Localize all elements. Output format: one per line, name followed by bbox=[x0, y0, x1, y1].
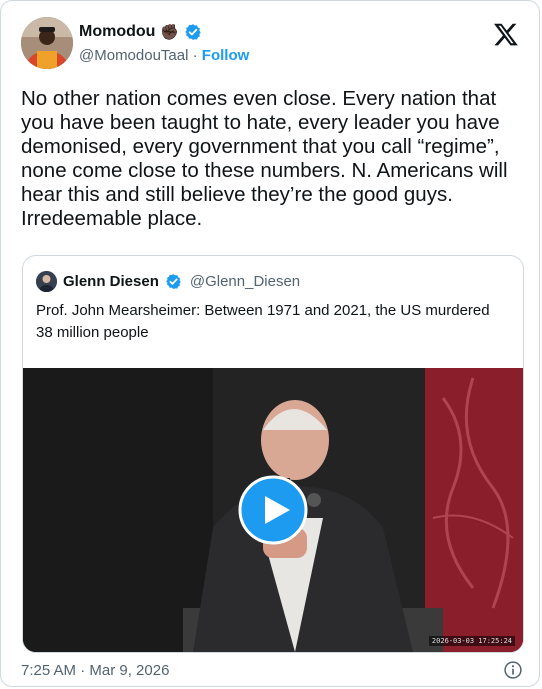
quoted-author-handle: @Glenn_Diesen bbox=[189, 272, 301, 290]
tweet-text: No other nation comes even close. Every … bbox=[21, 87, 508, 230]
follow-button[interactable]: Follow bbox=[202, 47, 250, 64]
tweet-header: Momodou ✊🏿 @MomodouTaal · Follow bbox=[21, 17, 523, 73]
x-logo-icon[interactable] bbox=[493, 21, 519, 47]
tweet-timestamp[interactable]: 7:25 AM · Mar 9, 2026 bbox=[21, 662, 169, 679]
author-handle[interactable]: @MomodouTaal bbox=[79, 47, 188, 64]
author-display-name[interactable]: Momodou bbox=[79, 23, 155, 41]
raised-fist-emoji: ✊🏿 bbox=[160, 24, 180, 41]
quoted-tweet-header: Glenn Diesen @Glenn_Diesen bbox=[36, 270, 300, 292]
video-player[interactable]: 2026-03-03 17:25:24 bbox=[23, 368, 523, 652]
play-icon bbox=[238, 475, 308, 545]
handle-separator: · bbox=[192, 47, 198, 64]
verified-badge-icon bbox=[165, 273, 182, 290]
quoted-tweet[interactable]: Glenn Diesen @Glenn_Diesen Prof. John Me… bbox=[22, 255, 524, 653]
author-names: Momodou ✊🏿 @MomodouTaal · Follow bbox=[79, 21, 249, 64]
tweet-card[interactable]: Momodou ✊🏿 @MomodouTaal · Follow No othe… bbox=[0, 0, 540, 687]
tweet-footer: 7:25 AM · Mar 9, 2026 bbox=[21, 660, 523, 680]
quoted-tweet-text: Prof. John Mearsheimer: Between 1971 and… bbox=[36, 302, 490, 341]
author-avatar[interactable] bbox=[21, 17, 73, 69]
quoted-author-avatar bbox=[36, 270, 57, 292]
play-button[interactable] bbox=[238, 475, 308, 545]
quoted-author-display-name: Glenn Diesen bbox=[63, 272, 159, 290]
info-icon[interactable] bbox=[503, 660, 523, 680]
verified-badge-icon bbox=[184, 23, 202, 41]
video-timestamp: 2026-03-03 17:25:24 bbox=[428, 636, 515, 646]
